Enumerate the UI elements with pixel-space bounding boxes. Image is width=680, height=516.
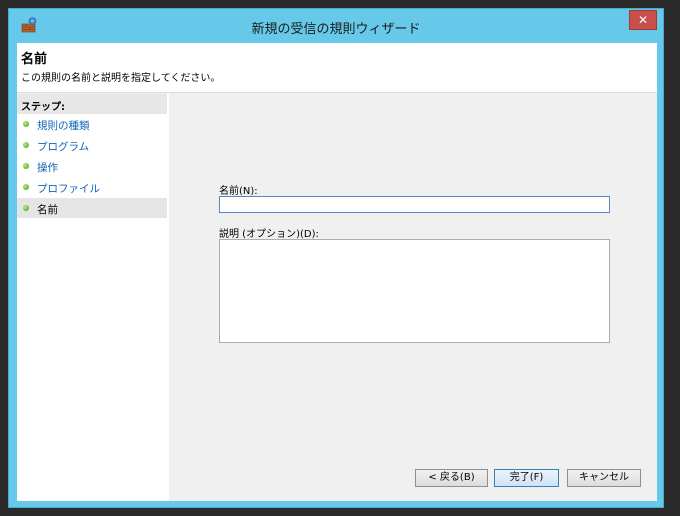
close-button[interactable]: ✕: [629, 10, 657, 30]
step-label: 操作: [37, 162, 58, 174]
step-label: プロファイル: [37, 183, 100, 195]
green-bullet-icon: [23, 142, 29, 148]
page-description: この規則の名前と説明を指定してください。: [21, 73, 221, 84]
step-program[interactable]: プログラム: [17, 135, 167, 155]
steps-heading: ステップ:: [17, 94, 167, 114]
title-bar[interactable]: 新規の受信の規則ウィザード ✕: [9, 9, 663, 43]
green-bullet-icon: [23, 121, 29, 127]
step-rule-type[interactable]: 規則の種類: [17, 114, 167, 134]
window-title: 新規の受信の規則ウィザード: [251, 22, 421, 37]
green-bullet-icon: [23, 184, 29, 190]
wizard-client-area: 名前 この規則の名前と説明を指定してください。 ステップ: 規則の種類 プログラ…: [17, 43, 657, 501]
close-icon: ✕: [637, 13, 649, 27]
name-input[interactable]: [219, 196, 610, 213]
name-label: 名前(N):: [219, 186, 258, 197]
wizard-main-panel: 名前(N): 説明 (オプション)(D): < 戻る(B) 完了(F) キャンセ…: [171, 94, 657, 501]
page-title: 名前: [21, 52, 48, 67]
finish-button[interactable]: 完了(F): [494, 469, 559, 487]
description-label: 説明 (オプション)(D):: [219, 229, 319, 240]
step-action[interactable]: 操作: [17, 156, 167, 176]
step-label: 名前: [37, 204, 58, 216]
wizard-header: 名前 この規則の名前と説明を指定してください。: [17, 43, 657, 93]
cancel-button[interactable]: キャンセル: [567, 469, 641, 487]
back-button[interactable]: < 戻る(B): [415, 469, 488, 487]
step-profile[interactable]: プロファイル: [17, 177, 167, 197]
description-input[interactable]: [219, 239, 610, 343]
green-bullet-icon: [23, 205, 29, 211]
steps-sidebar: ステップ: 規則の種類 プログラム 操作 プロファイル 名前: [17, 94, 169, 501]
step-name[interactable]: 名前: [17, 198, 167, 218]
wizard-window: 新規の受信の規則ウィザード ✕ 名前 この規則の名前と説明を指定してください。 …: [8, 8, 664, 508]
green-bullet-icon: [23, 163, 29, 169]
step-label: 規則の種類: [37, 120, 90, 132]
step-label: プログラム: [37, 141, 90, 153]
